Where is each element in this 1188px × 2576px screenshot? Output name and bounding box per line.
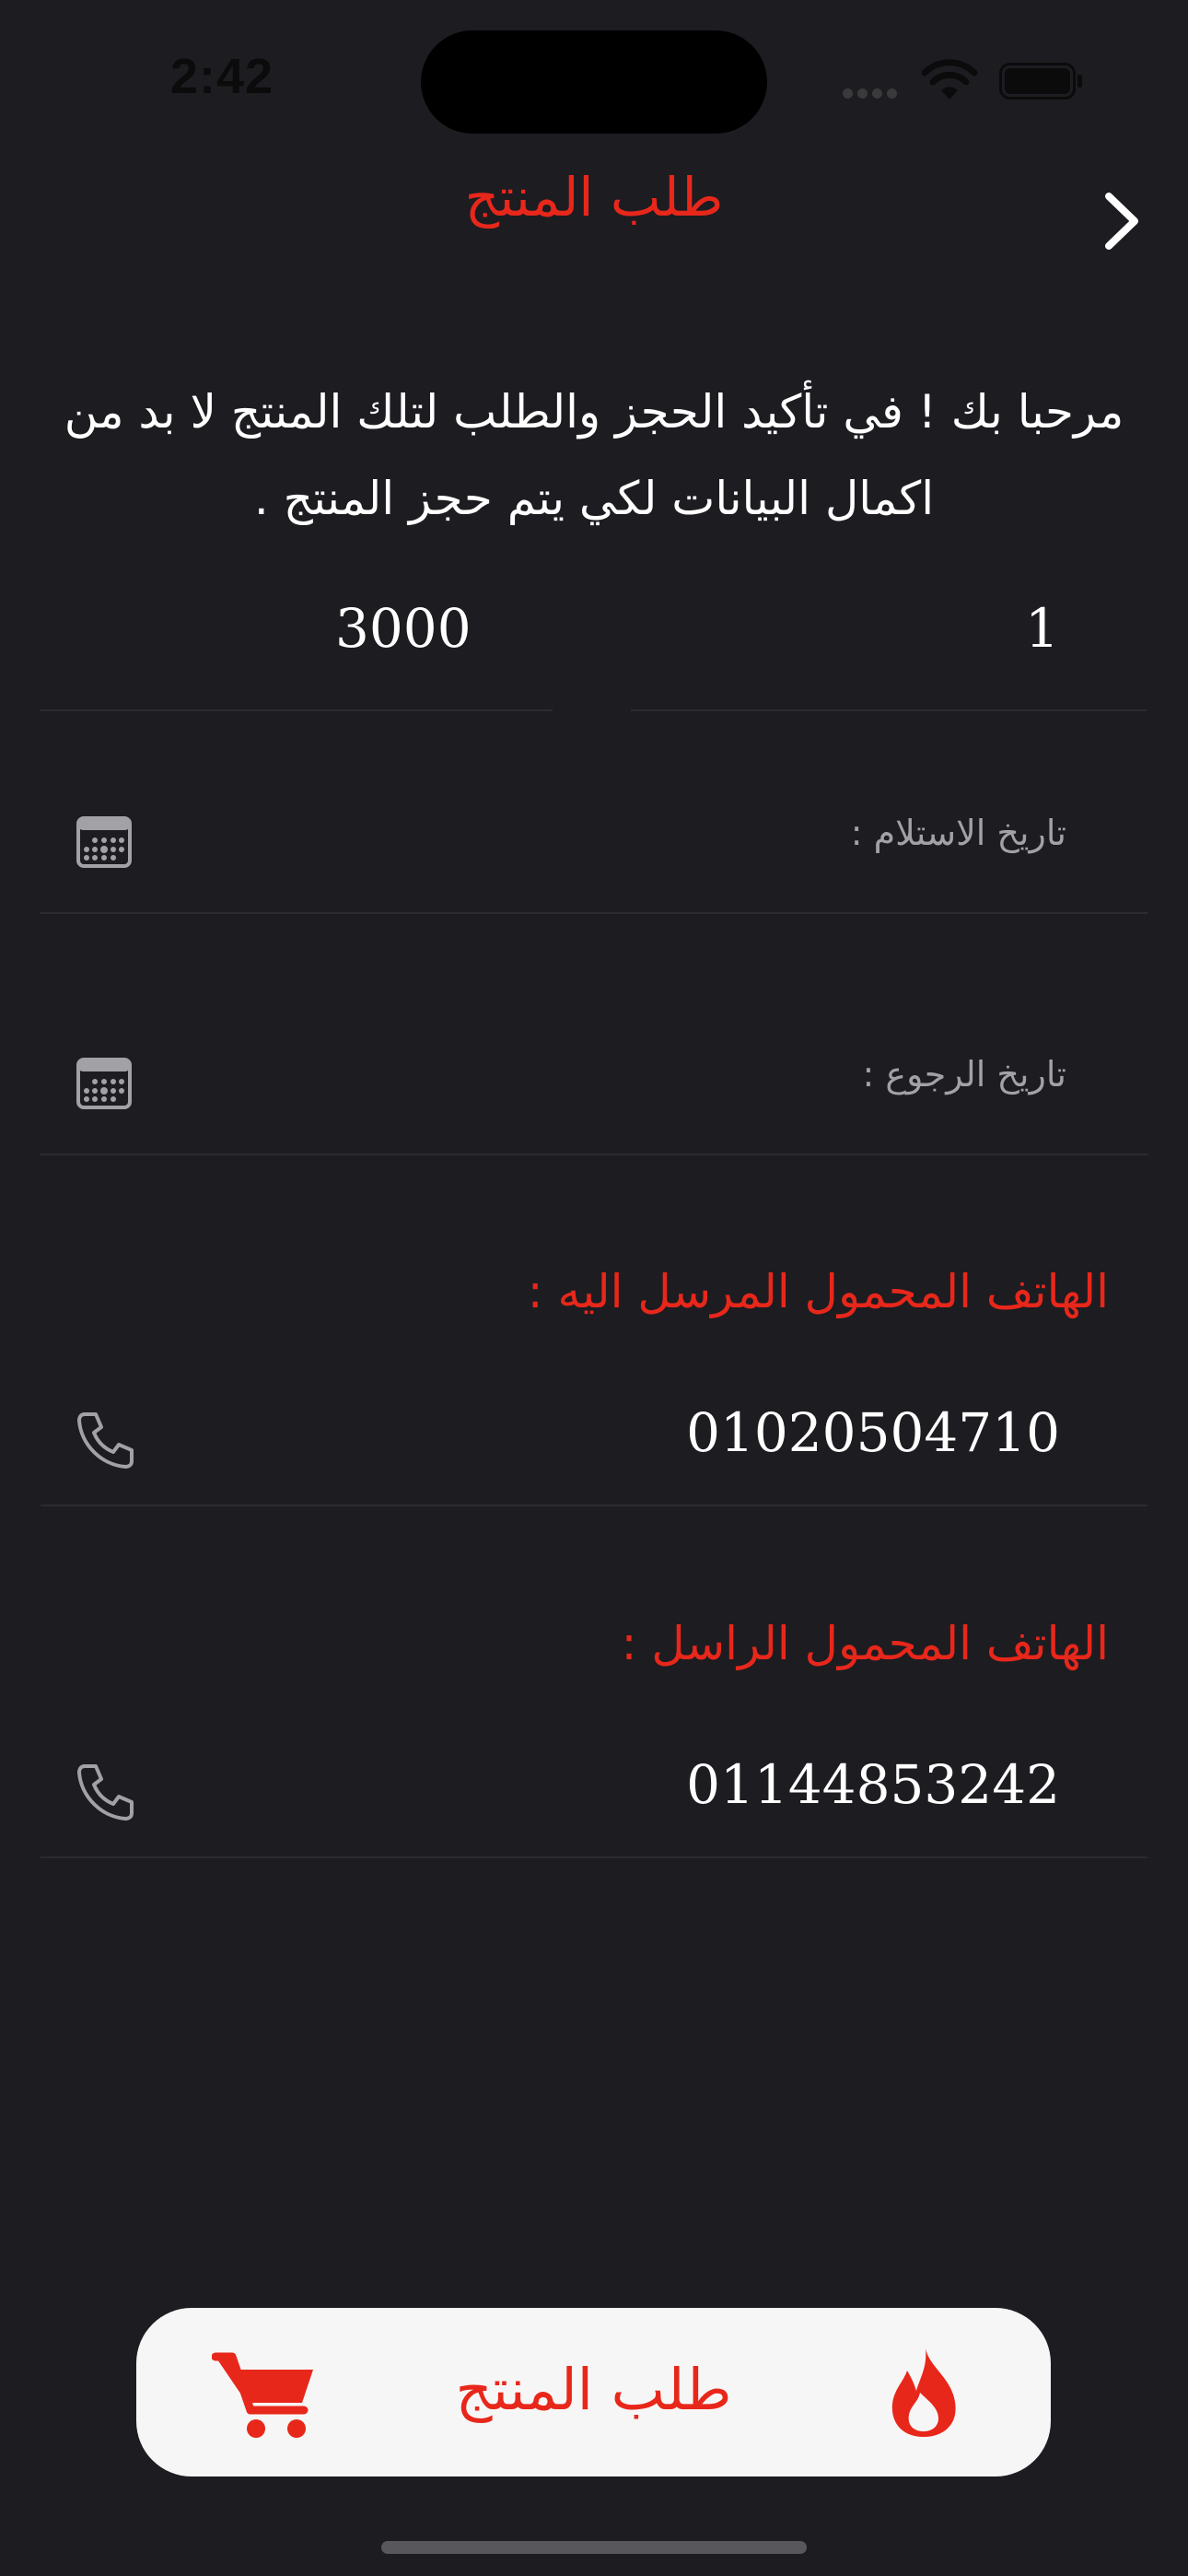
page-title: طلب المنتج bbox=[464, 166, 724, 228]
dynamic-island bbox=[421, 30, 767, 134]
sender-phone-label: الهاتف المحمول الراسل : bbox=[621, 1617, 1109, 1670]
flame-icon bbox=[891, 2348, 956, 2437]
pickup-date-field[interactable]: تاريخ الاستلام : bbox=[41, 746, 1147, 914]
recipient-phone-input[interactable] bbox=[323, 1391, 1060, 1474]
sender-phone-input[interactable] bbox=[323, 1743, 1060, 1826]
quantity-value: 1 bbox=[1025, 597, 1059, 660]
pickup-date-placeholder: تاريخ الاستلام : bbox=[850, 813, 1066, 853]
recipient-phone-label: الهاتف المحمول المرسل اليه : bbox=[527, 1265, 1109, 1318]
calendar-icon[interactable] bbox=[76, 815, 133, 869]
status-time: 2:42 bbox=[170, 49, 274, 104]
return-date-field[interactable]: تاريخ الرجوع : bbox=[41, 988, 1147, 1155]
battery-icon bbox=[999, 63, 1082, 100]
phone-icon bbox=[77, 1412, 134, 1469]
price-value: 3000 bbox=[335, 597, 472, 660]
home-indicator[interactable] bbox=[381, 2541, 807, 2554]
cellular-signal-icon bbox=[843, 85, 907, 99]
sender-phone-row bbox=[41, 1729, 1147, 1858]
quantity-field: 1 bbox=[631, 590, 1147, 711]
order-product-button[interactable]: طلب المنتج bbox=[136, 2308, 1051, 2476]
recipient-phone-row bbox=[41, 1377, 1147, 1506]
wifi-icon bbox=[921, 59, 978, 100]
phone-icon bbox=[77, 1764, 134, 1821]
price-field: 3000 bbox=[41, 590, 553, 711]
calendar-icon[interactable] bbox=[76, 1057, 133, 1110]
intro-text: مرحبا بك ! في تأكيد الحجز والطلب لتلك ال… bbox=[64, 385, 1124, 525]
chevron-right-icon[interactable] bbox=[1094, 189, 1149, 253]
return-date-placeholder: تاريخ الرجوع : bbox=[862, 1054, 1066, 1095]
